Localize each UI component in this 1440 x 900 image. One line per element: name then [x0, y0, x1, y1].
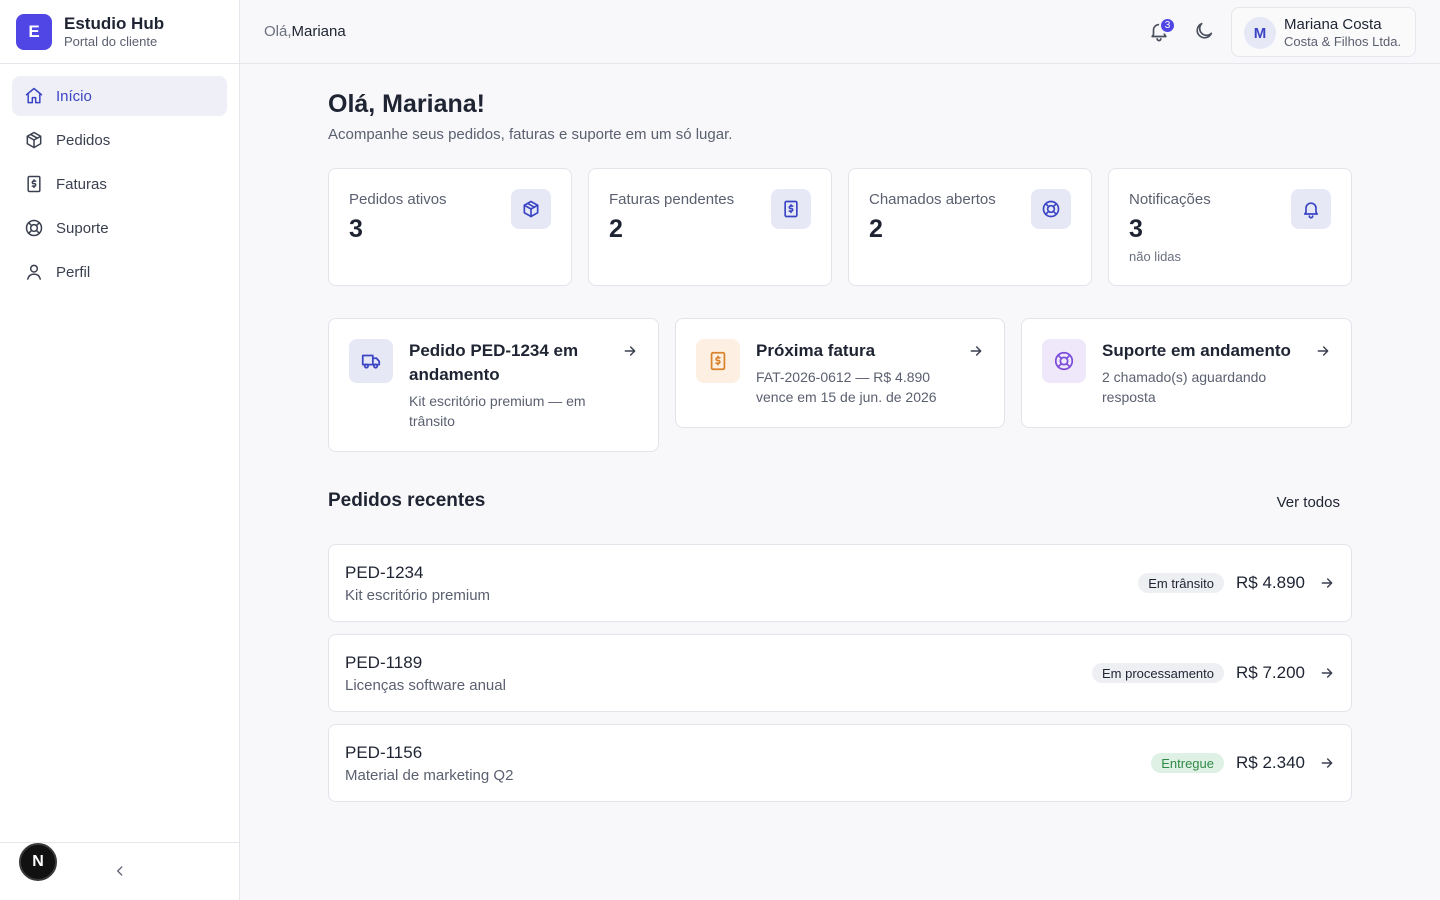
arrow-right-icon: [1317, 346, 1329, 356]
sidebar-nav: Início Pedidos Faturas Suporte Perfil: [0, 64, 239, 308]
receipt-icon: [771, 189, 811, 229]
action-card-support[interactable]: Suporte em andamento 2 chamado(s) aguard…: [1021, 318, 1352, 428]
sidebar-item-label: Início: [56, 87, 92, 105]
brand[interactable]: E Estudio Hub Portal do cliente: [0, 0, 239, 64]
sidebar-item-faturas[interactable]: Faturas: [12, 164, 227, 204]
status-badge: Em trânsito: [1138, 573, 1224, 593]
sidebar-item-suporte[interactable]: Suporte: [12, 208, 227, 248]
truck-icon: [349, 339, 393, 383]
stat-card-chamados-abertos: Chamados abertos 2: [848, 168, 1092, 286]
dev-tools-badge[interactable]: N: [19, 843, 57, 881]
stat-card-faturas-pendentes: Faturas pendentes 2: [588, 168, 832, 286]
user-name: Mariana Costa: [1284, 16, 1382, 33]
table-row[interactable]: PED-1189 Licenças software anual Em proc…: [328, 634, 1352, 712]
stat-card-pedidos-ativos: Pedidos ativos 3: [328, 168, 572, 286]
action-description: 2 chamado(s) aguardando resposta: [1102, 369, 1267, 405]
theme-toggle-button[interactable]: [1193, 20, 1217, 44]
stat-value: 3: [349, 215, 363, 243]
table-row[interactable]: PED-1234 Kit escritório premium Em trâns…: [328, 544, 1352, 622]
order-id: PED-1156: [345, 743, 423, 762]
notification-count-badge: 3: [1159, 17, 1176, 34]
order-id: PED-1234: [345, 563, 424, 582]
sidebar-item-inicio[interactable]: Início: [12, 76, 227, 116]
table-row[interactable]: PED-1156 Material de marketing Q2 Entreg…: [328, 724, 1352, 802]
action-title: Suporte em andamento: [1102, 341, 1291, 360]
moon-icon: [1196, 22, 1213, 39]
stat-value: 3: [1129, 215, 1143, 243]
action-title: Próxima fatura: [756, 341, 876, 360]
lifebuoy-icon: [1042, 339, 1086, 383]
page-title: Olá, Mariana!: [328, 90, 485, 118]
status-badge: Em processamento: [1092, 663, 1224, 683]
page-subtitle: Acompanhe seus pedidos, faturas e suport…: [328, 126, 733, 143]
bell-icon: [1291, 189, 1331, 229]
greeting-prefix: Olá,: [264, 23, 292, 40]
arrow-right-icon: [624, 346, 636, 356]
lifebuoy-icon: [25, 219, 43, 237]
stat-value: 2: [609, 215, 623, 243]
action-card-next-invoice[interactable]: Próxima fatura FAT-2026-0612 — R$ 4.890 …: [675, 318, 1005, 428]
arrow-right-icon: [1321, 758, 1333, 768]
order-meta: Entregue R$ 2.340: [1151, 725, 1335, 801]
sidebar-item-label: Faturas: [56, 175, 107, 193]
order-meta: Em trânsito R$ 4.890: [1138, 545, 1335, 621]
home-icon: [25, 87, 43, 104]
sidebar-item-label: Perfil: [56, 263, 91, 281]
arrow-right-icon: [1321, 668, 1333, 678]
action-description: Kit escritório premium — em trânsito: [409, 393, 586, 429]
see-all-button[interactable]: Ver todos: [1265, 484, 1352, 520]
order-amount: R$ 2.340: [1236, 753, 1305, 772]
collapse-sidebar-button[interactable]: [110, 861, 130, 881]
stat-label: Faturas pendentes: [609, 191, 735, 208]
receipt-icon: [27, 175, 41, 193]
chevron-left-icon: [117, 866, 123, 876]
sidebar-item-pedidos[interactable]: Pedidos: [12, 120, 227, 160]
stat-card-notificacoes: Notificações 3 não lidas: [1108, 168, 1352, 286]
topbar-greeting: Olá,Mariana: [264, 23, 346, 40]
sidebar-footer: N: [0, 842, 239, 900]
order-amount: R$ 4.890: [1236, 573, 1305, 592]
user-company: Costa & Filhos Ltda.: [1284, 34, 1402, 49]
brand-text: Estudio Hub Portal do cliente: [64, 14, 164, 50]
order-description: Licenças software anual: [345, 677, 506, 694]
order-id: PED-1189: [345, 653, 423, 672]
order-meta: Em processamento R$ 7.200: [1092, 635, 1335, 711]
arrow-right-icon: [1321, 578, 1333, 588]
action-description: FAT-2026-0612 — R$ 4.890 vence em 15 de …: [756, 369, 937, 405]
stat-value: 2: [869, 215, 883, 243]
order-description: Material de marketing Q2: [345, 767, 514, 784]
avatar: M: [1244, 17, 1276, 49]
package-icon: [26, 131, 42, 149]
sidebar-item-label: Pedidos: [56, 131, 111, 149]
sidebar: E Estudio Hub Portal do cliente Início P…: [0, 0, 240, 900]
action-card-order-status[interactable]: Pedido PED-1234 em andamento Kit escritó…: [328, 318, 659, 452]
order-amount: R$ 7.200: [1236, 663, 1305, 682]
stat-label: Notificações: [1129, 191, 1211, 208]
brand-name: Estudio Hub: [64, 13, 165, 33]
sidebar-item-label: Suporte: [56, 219, 109, 237]
lifebuoy-icon: [1031, 189, 1071, 229]
receipt-icon: [696, 339, 740, 383]
stat-label: Pedidos ativos: [349, 191, 447, 208]
sidebar-item-perfil[interactable]: Perfil: [12, 252, 227, 292]
greeting-name: Mariana: [291, 23, 346, 40]
package-icon: [511, 189, 551, 229]
arrow-right-icon: [970, 346, 982, 356]
section-title: Pedidos recentes: [328, 490, 486, 511]
stat-extra: não lidas: [1129, 249, 1182, 264]
status-badge: Entregue: [1151, 753, 1224, 773]
user-icon: [27, 264, 41, 280]
user-menu[interactable]: M Mariana Costa Costa & Filhos Ltda.: [1231, 7, 1416, 57]
action-title: Pedido PED-1234 em andamento: [409, 341, 579, 384]
brand-logo: E: [16, 13, 52, 50]
brand-subtitle: Portal do cliente: [64, 33, 158, 49]
topbar: Olá,Mariana 3 M Mariana Costa Costa & Fi…: [240, 0, 1440, 64]
stat-label: Chamados abertos: [869, 191, 996, 208]
order-description: Kit escritório premium: [345, 587, 491, 604]
